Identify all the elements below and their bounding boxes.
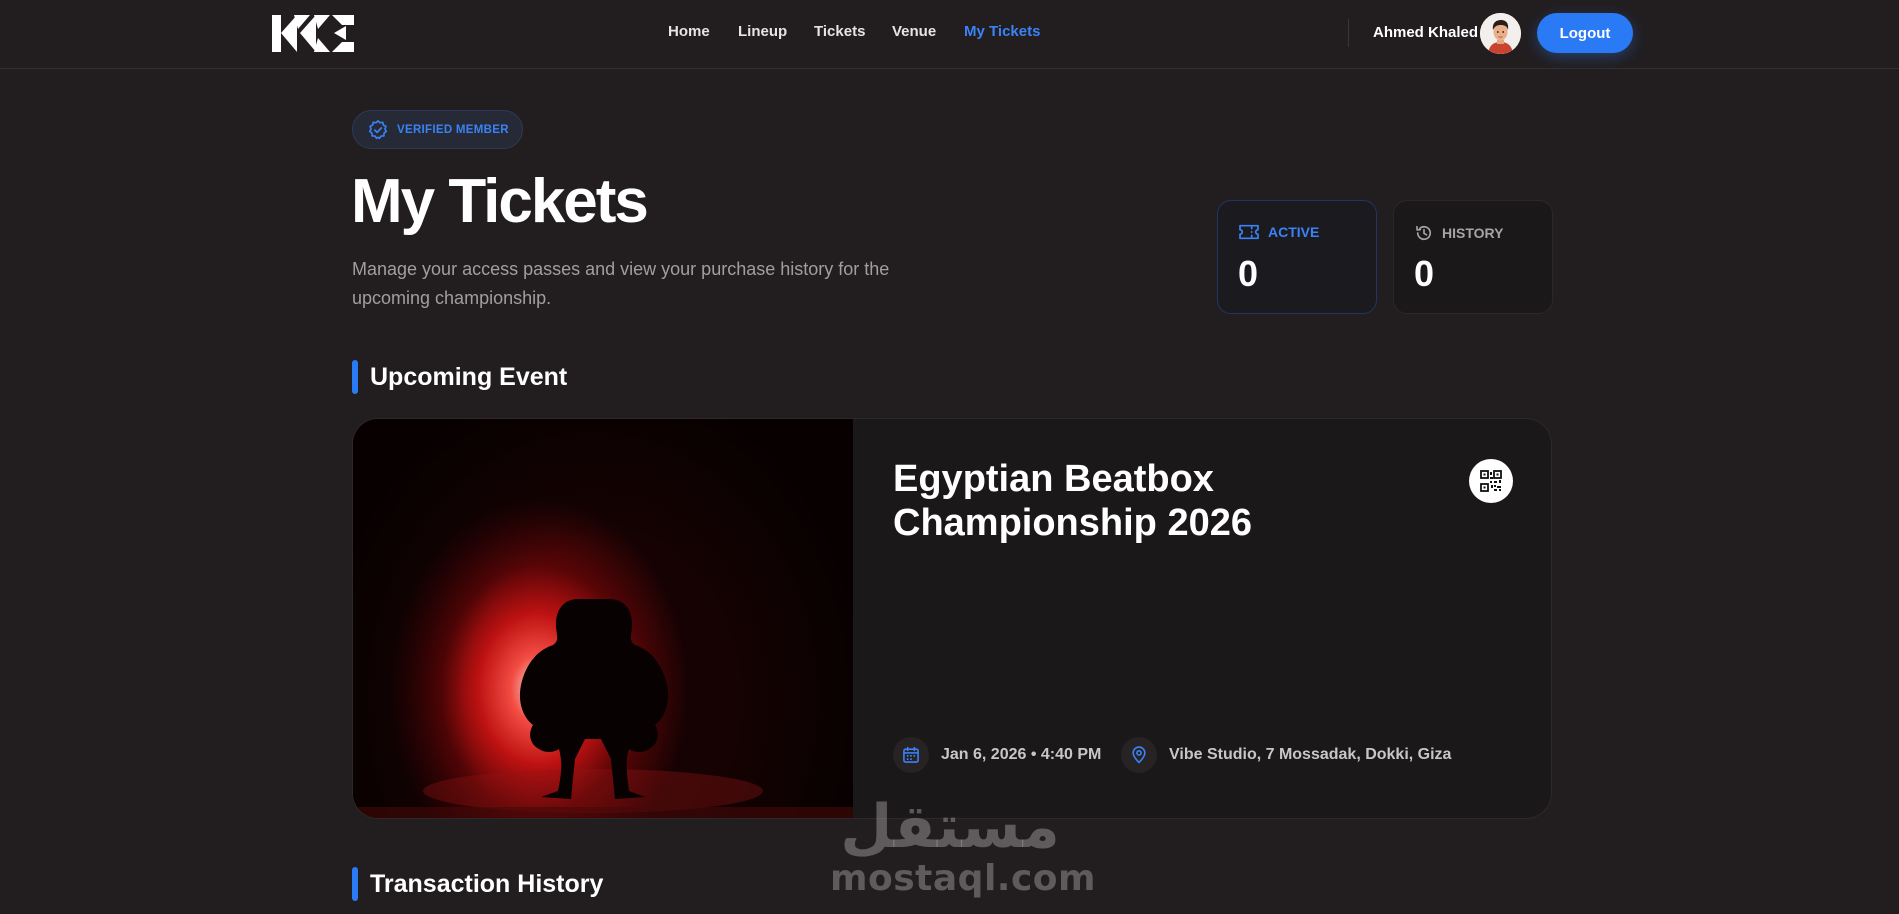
- nav-home[interactable]: Home: [668, 23, 710, 40]
- page-title: My Tickets: [351, 167, 649, 236]
- upcoming-event-title: Upcoming Event: [370, 362, 568, 391]
- event-title: Egyptian Beatbox Championship 2026: [893, 458, 1252, 544]
- avatar[interactable]: [1480, 13, 1521, 54]
- verified-member-badge: VERIFIED MEMBER: [352, 110, 523, 149]
- user-name[interactable]: Ahmed Khaled: [1373, 24, 1478, 41]
- section-accent-bar: [352, 360, 358, 394]
- qr-code-button[interactable]: [1469, 459, 1513, 503]
- nav-my-tickets[interactable]: My Tickets: [964, 23, 1040, 40]
- location-icon-wrap: [1121, 737, 1157, 773]
- performer-silhouette: [353, 599, 853, 818]
- event-image: [353, 419, 853, 818]
- event-datetime: Jan 6, 2026 • 4:40 PM: [941, 746, 1102, 763]
- history-icon: [1416, 225, 1432, 241]
- logout-button[interactable]: Logout: [1537, 13, 1633, 53]
- nav-tickets[interactable]: Tickets: [814, 23, 865, 40]
- event-venue: Vibe Studio, 7 Mossadak, Dokki, Giza: [1121, 737, 1451, 773]
- page-description: Manage your access passes and view your …: [352, 259, 890, 308]
- calendar-icon: [903, 746, 919, 763]
- nav-lineup[interactable]: Lineup: [738, 23, 787, 40]
- transaction-history-heading: Transaction History: [352, 867, 603, 901]
- nav-venue[interactable]: Venue: [892, 23, 936, 40]
- active-label: ACTIVE: [1268, 224, 1320, 240]
- section-accent-bar: [352, 867, 358, 901]
- active-count: 0: [1238, 253, 1259, 294]
- avatar-image: [1480, 13, 1521, 54]
- active-tickets-card[interactable]: ACTIVE 0: [1217, 200, 1377, 314]
- active-card-header: ACTIVE: [1238, 223, 1319, 241]
- badge-label: VERIFIED MEMBER: [397, 123, 509, 136]
- event-card[interactable]: Egyptian Beatbox Championship 2026 Jan 6…: [352, 418, 1552, 819]
- watermark-latin: mostaql.com: [830, 858, 1097, 899]
- event-date: Jan 6, 2026 • 4:40 PM: [893, 737, 1101, 773]
- location-pin-icon: [1132, 746, 1146, 764]
- event-venue-text: Vibe Studio, 7 Mossadak, Dokki, Giza: [1169, 746, 1452, 763]
- ticket-icon: [1239, 224, 1259, 240]
- history-card[interactable]: HISTORY 0: [1393, 200, 1553, 314]
- nav-divider: [1348, 19, 1349, 47]
- history-count: 0: [1414, 253, 1435, 294]
- qr-code-icon: [1480, 470, 1502, 492]
- verified-badge-icon: [368, 119, 388, 139]
- transaction-history-title: Transaction History: [370, 869, 604, 898]
- history-label: HISTORY: [1442, 225, 1504, 241]
- upcoming-event-heading: Upcoming Event: [352, 360, 567, 394]
- calendar-icon-wrap: [893, 737, 929, 773]
- top-navbar: Home Lineup Tickets Venue My Tickets Ahm…: [0, 0, 1899, 69]
- history-card-header: HISTORY: [1414, 223, 1503, 243]
